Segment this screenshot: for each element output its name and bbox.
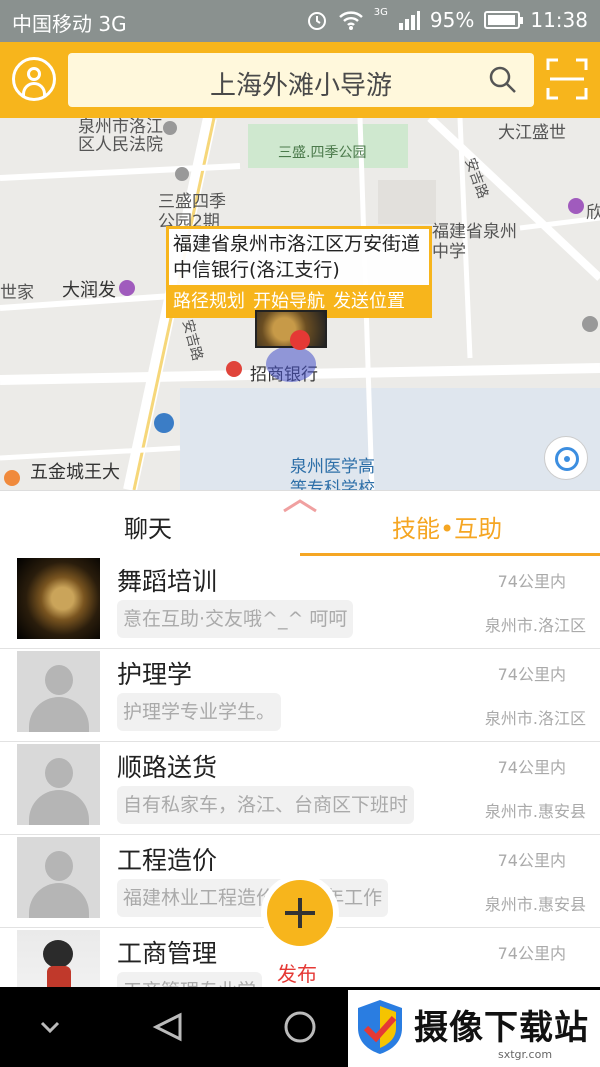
user-icon-body — [22, 82, 46, 96]
publish-button[interactable] — [267, 880, 333, 946]
popup-address: 福建省泉州市洛江区万安街道中信银行(洛江支行) — [173, 233, 421, 281]
map-label-wujin: 五金城王大 — [30, 462, 120, 483]
post-location: 泉州市.洛江区 — [484, 709, 586, 728]
scan-icon[interactable] — [546, 58, 588, 100]
send-location-button[interactable]: 发送位置 — [333, 287, 405, 313]
list-item[interactable]: 护理学 74公里内 护理学专业学生。 泉州市.洛江区 — [0, 649, 600, 742]
watermark-name: 摄像下载站 — [414, 1008, 589, 1048]
post-title: 舞蹈培训 — [117, 567, 218, 596]
map-pin-icon[interactable] — [290, 330, 310, 350]
locate-button[interactable] — [544, 436, 588, 480]
post-title: 工商管理 — [117, 939, 218, 968]
chevron-down-icon — [40, 1021, 60, 1034]
clock: 11:38 — [530, 8, 588, 32]
shield-logo-icon — [358, 1000, 402, 1054]
user-icon-head — [27, 67, 41, 81]
avatar-placeholder-icon — [17, 744, 100, 825]
network-type: 3G — [373, 6, 388, 18]
status-icons: 3G 95% 11:38 — [306, 6, 588, 32]
post-description: 福建林业工程造价师，2年工作 — [117, 879, 389, 917]
post-location: 泉州市.惠安县 — [484, 895, 586, 914]
post-list[interactable]: 舞蹈培训 74公里内 意在互助·交友哦^_^ 呵呵 泉州市.洛江区 护理学 74… — [0, 556, 600, 1021]
tab-chat[interactable]: 聊天 — [124, 509, 172, 544]
status-bar: 中国移动 3G 3G 95% 11:38 — [0, 0, 600, 42]
avatar-placeholder-icon — [17, 651, 100, 732]
search-icon[interactable] — [488, 65, 518, 95]
home-icon — [284, 1011, 316, 1043]
signal-icon — [398, 11, 420, 30]
post-distance: 74公里内 — [497, 758, 566, 777]
avatar-placeholder-icon — [17, 837, 100, 918]
post-distance: 74公里内 — [497, 851, 566, 870]
watermark-site: sxtgr.com — [498, 1048, 553, 1061]
post-title: 工程造价 — [117, 846, 218, 875]
post-title: 顺路送货 — [117, 753, 218, 782]
chevron-up-icon[interactable] — [280, 495, 320, 515]
map-label-dajiang: 大江盛世 — [498, 123, 566, 143]
post-description: 自有私家车，洛江、台商区下班时 — [117, 786, 415, 824]
map-view[interactable]: 泉州市洛江 区人民法院 三盛.四季公园 三盛四季 公园2期 福建省泉州 中学 世… — [0, 118, 600, 490]
alarm-icon — [307, 12, 326, 30]
battery-icon — [484, 11, 524, 29]
tab-bar: 聊天 技能•互助 — [0, 490, 600, 556]
publish-label[interactable]: 发布 — [277, 958, 317, 987]
post-location: 泉州市.洛江区 — [484, 616, 586, 635]
search-bar[interactable]: 上海外滩小导游 — [68, 53, 534, 107]
list-item[interactable]: 顺路送货 74公里内 自有私家车，洛江、台商区下班时 泉州市.惠安县 — [0, 742, 600, 835]
battery-fill — [488, 15, 515, 25]
back-icon — [152, 1012, 182, 1042]
post-location: 泉州市.惠安县 — [484, 802, 586, 821]
map-label-right-edge: 欣 — [586, 203, 600, 223]
route-plan-button[interactable]: 路径规划 — [173, 287, 245, 313]
post-distance: 74公里内 — [497, 665, 566, 684]
tab-skills[interactable]: 技能•互助 — [392, 509, 502, 544]
map-label-park: 三盛.四季公园 — [278, 145, 367, 161]
post-thumbnail — [17, 558, 100, 639]
post-title: 护理学 — [117, 660, 193, 689]
location-marker-base — [266, 346, 316, 382]
crosshair-dot — [564, 456, 570, 462]
map-label-school: 福建省泉州 中学 — [432, 222, 517, 262]
post-description: 意在互助·交友哦^_^ 呵呵 — [117, 600, 354, 638]
location-popup: 福建省泉州市洛江区万安街道中信银行(洛江支行) 路径规划 开始导航 发送位置 — [166, 226, 432, 318]
map-label-darunfa: 大润发 — [62, 280, 116, 301]
watermark: 摄像下载站 sxtgr.com — [348, 990, 600, 1067]
battery-percent: 95% — [429, 8, 475, 32]
list-item[interactable]: 舞蹈培训 74公里内 意在互助·交友哦^_^ 呵呵 泉州市.洛江区 — [0, 556, 600, 649]
carrier-label: 中国移动 3G — [12, 12, 127, 36]
post-description: 护理学专业学生。 — [117, 693, 282, 731]
profile-button[interactable] — [12, 57, 56, 101]
post-distance: 74公里内 — [497, 572, 566, 591]
app-header: 上海外滩小导游 — [0, 42, 600, 118]
map-label-shijia: 世家 — [0, 283, 34, 303]
map-label-medical: 泉州医学高 等专科学校 — [290, 457, 375, 490]
post-distance: 74公里内 — [497, 944, 566, 963]
wifi-icon — [338, 11, 363, 30]
search-text: 上海外滩小导游 — [209, 71, 392, 101]
map-label-court: 泉州市洛江 区人民法院 — [78, 118, 163, 155]
